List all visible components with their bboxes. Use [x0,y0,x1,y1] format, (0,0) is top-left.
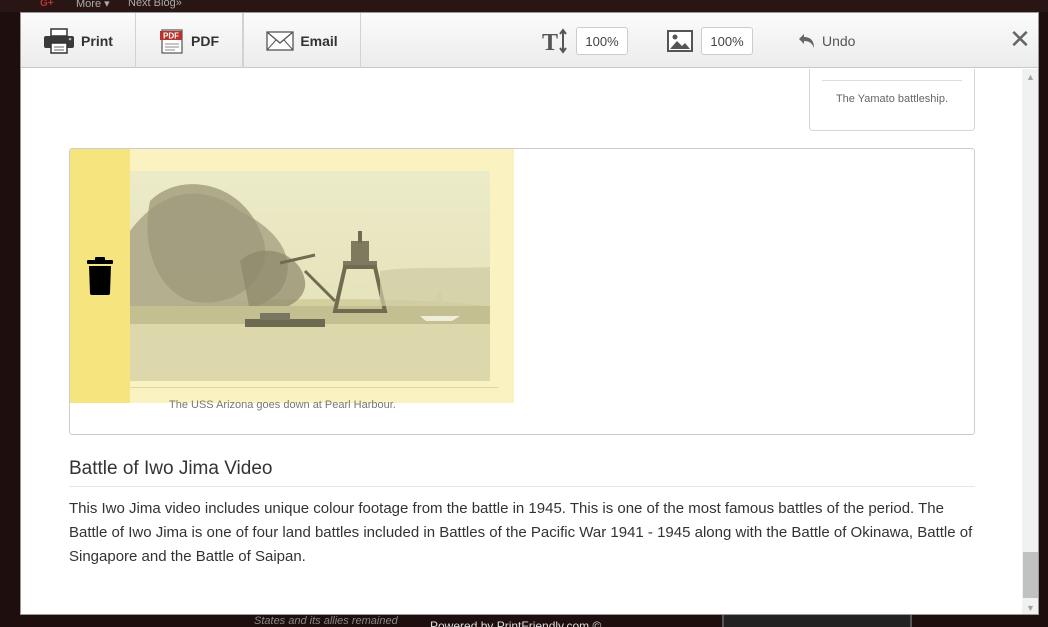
scrollbar-thumb[interactable] [1023,552,1038,598]
section-paragraph: This Iwo Jima video includes unique colo… [69,500,973,565]
pdf-icon: PDF [160,28,183,54]
background-text-fragment: States and its allies remained [254,615,398,627]
email-button[interactable]: Email [243,13,361,68]
powered-by: Powered by PrintFriendly.com © [430,619,602,627]
more-label: More ▾ [76,0,110,10]
text-size-control: T 100% [542,27,628,55]
preview-content: The Yamato battleship. The USS Arizona g… [21,69,1022,614]
arizona-caption: The USS Arizona goes down at Pearl Harbo… [169,399,396,411]
section-heading: Battle of Iwo Jima Video [69,458,975,487]
toolbar: Print PDF PDF Email T 100% 100% Undo ✕ [21,13,1038,68]
scroll-up-icon[interactable]: ▲ [1022,69,1038,85]
svg-text:T: T [542,30,558,54]
close-button[interactable]: ✕ [1008,24,1032,54]
undo-button[interactable]: Undo [796,27,855,55]
image-size-control: 100% [667,27,753,55]
background-page-header: G+ More ▾ Next Blog» [0,0,1048,12]
yamato-figure: The Yamato battleship. [809,69,975,131]
email-label: Email [300,32,338,49]
background-image-fragment [722,615,912,627]
trash-icon [87,257,113,295]
next-blog-label: Next Blog» [128,0,182,9]
image-size-input[interactable]: 100% [701,27,753,55]
print-label: Print [81,32,113,49]
envelope-icon [266,30,294,51]
undo-label: Undo [822,33,856,49]
print-preview-modal: Print PDF PDF Email T 100% 100% Undo ✕ T… [20,12,1039,615]
arizona-figure: The USS Arizona goes down at Pearl Harbo… [69,148,975,435]
arizona-photo [130,171,490,381]
image-highlight [130,149,514,403]
pdf-button[interactable]: PDF PDF [136,13,243,68]
scrollbar[interactable]: ▲ ▼ [1022,69,1038,614]
image-size-icon [667,30,693,52]
gplus-label: G+ [40,0,54,9]
text-size-icon: T [542,28,567,54]
caption-divider [130,387,498,388]
print-button[interactable]: Print [21,13,136,68]
text-size-input[interactable]: 100% [576,27,628,55]
delete-image-button[interactable] [70,149,130,403]
caption-divider [822,80,962,81]
undo-icon [799,34,814,48]
scroll-down-icon[interactable]: ▼ [1022,600,1038,614]
svg-text:PDF: PDF [163,31,179,40]
yamato-caption: The Yamato battleship. [835,93,949,105]
printer-icon [44,27,75,54]
pdf-label: PDF [191,32,219,49]
